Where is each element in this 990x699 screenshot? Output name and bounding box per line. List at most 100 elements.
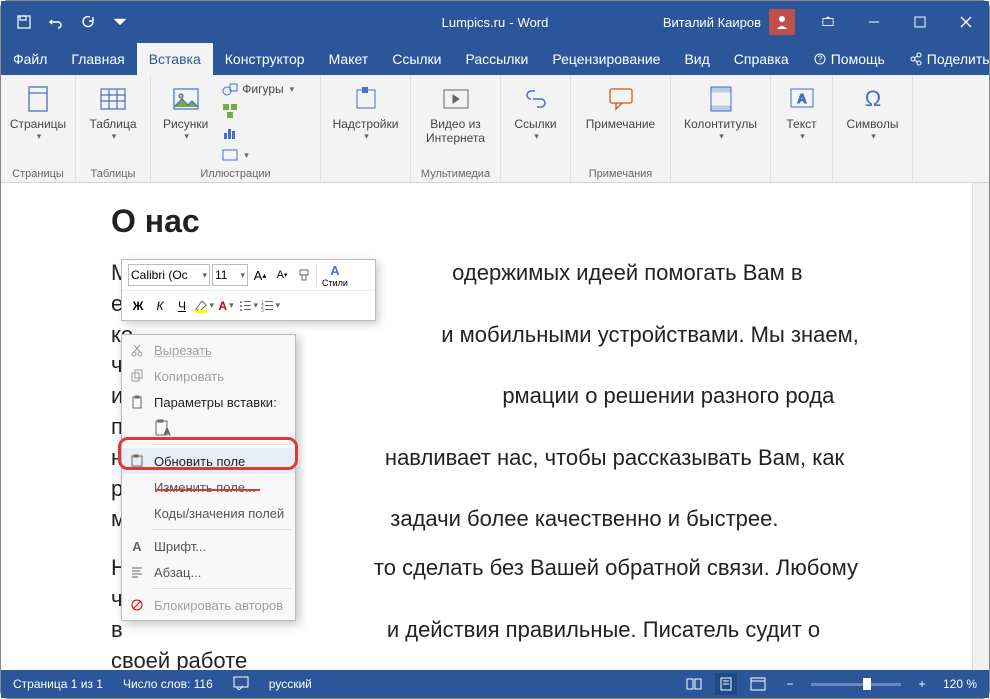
ctx-paste-header: Параметры вставки:	[122, 389, 295, 415]
status-proofing-icon[interactable]	[233, 676, 249, 693]
tab-references[interactable]: Ссылки	[380, 43, 453, 75]
font-color-button[interactable]: A▾	[216, 296, 236, 316]
svg-text:A: A	[797, 91, 807, 106]
tab-home[interactable]: Главная	[59, 43, 136, 75]
paste-icon	[128, 393, 146, 411]
paste-keep-text-icon: A	[154, 419, 172, 437]
ctx-font[interactable]: A Шрифт...	[122, 533, 295, 559]
tab-design[interactable]: Конструктор	[213, 43, 317, 75]
share-button[interactable]: Поделиться	[897, 51, 990, 67]
annotation-underline	[155, 489, 260, 491]
status-page[interactable]: Страница 1 из 1	[13, 677, 103, 691]
group-label: Мультимедиа	[411, 168, 500, 180]
tab-insert[interactable]: Вставка	[137, 43, 213, 75]
tab-mailings[interactable]: Рассылки	[454, 43, 541, 75]
font-size-select[interactable]: 11▾	[212, 264, 248, 286]
account-button[interactable]: Виталий Каиров	[663, 9, 795, 35]
group-label: Примечания	[571, 168, 670, 180]
redo-icon[interactable]	[75, 9, 101, 35]
read-mode-icon[interactable]	[683, 673, 705, 695]
vertical-scrollbar[interactable]	[972, 183, 989, 670]
ctx-copy[interactable]: Копировать	[122, 363, 295, 389]
app-name: Word	[518, 15, 549, 30]
block-icon	[128, 596, 146, 614]
tab-help[interactable]: Справка	[722, 43, 801, 75]
status-language[interactable]: русский	[269, 677, 312, 691]
qa-dropdown-icon[interactable]	[107, 9, 133, 35]
zoom-slider[interactable]	[811, 683, 901, 686]
symbols-button[interactable]: Ω Символы▾	[839, 79, 906, 146]
ribbon: Страницы▾ Страницы Таблица▾ Таблицы Рису…	[1, 75, 989, 183]
comment-button[interactable]: Примечание	[577, 79, 664, 135]
tab-review[interactable]: Рецензирование	[540, 43, 672, 75]
autosave-icon[interactable]	[11, 9, 37, 35]
tell-me-button[interactable]: ?Помощь	[801, 51, 897, 67]
minimize-icon[interactable]	[851, 1, 897, 43]
document-name: Lumpics.ru	[442, 15, 506, 30]
undo-icon[interactable]	[43, 9, 69, 35]
symbol-icon: Ω	[857, 83, 889, 115]
format-painter-button[interactable]	[294, 265, 314, 285]
shapes-button[interactable]: Фигуры▾	[218, 79, 298, 99]
ctx-block-authors[interactable]: Блокировать авторов	[122, 592, 295, 618]
zoom-out-button[interactable]: −	[779, 673, 801, 695]
maximize-icon[interactable]	[897, 1, 943, 43]
links-button[interactable]: Ссылки▾	[507, 79, 564, 146]
paragraph-icon	[128, 563, 146, 581]
context-menu: Вырезать Копировать Параметры вставки: A…	[121, 334, 296, 621]
zoom-level[interactable]: 120 %	[943, 677, 977, 691]
pictures-button[interactable]: Рисунки▾	[157, 79, 214, 182]
ctx-update-field[interactable]: Обновить поле	[122, 448, 295, 474]
zoom-in-button[interactable]: +	[911, 673, 933, 695]
bullets-button[interactable]: ▾	[238, 296, 258, 316]
page-icon	[22, 83, 54, 115]
user-name: Виталий Каиров	[663, 15, 761, 30]
svg-text:Ω: Ω	[864, 86, 880, 111]
highlight-button[interactable]: ▾	[194, 296, 214, 316]
tab-file[interactable]: Файл	[1, 43, 59, 75]
font-family-select[interactable]: Calibri (Ос▾	[128, 264, 210, 286]
smartart-icon	[222, 103, 238, 119]
bold-button[interactable]: Ж	[128, 296, 148, 316]
print-layout-icon[interactable]	[715, 673, 737, 695]
ctx-toggle-codes[interactable]: Коды/значения полей	[122, 500, 295, 526]
textbox-icon: A	[786, 83, 818, 115]
addins-icon	[350, 83, 382, 115]
ctx-edit-field[interactable]: Изменить поле...	[122, 474, 295, 500]
text-button[interactable]: A Текст▾	[777, 79, 826, 146]
styles-button[interactable]: AСтили	[319, 265, 351, 285]
ctx-paragraph[interactable]: Абзац...	[122, 559, 295, 585]
cut-icon	[128, 341, 146, 359]
title-bar: Lumpics.ru - Word Виталий Каиров	[1, 1, 989, 43]
web-layout-icon[interactable]	[747, 673, 769, 695]
table-button[interactable]: Таблица▾	[82, 79, 144, 146]
status-words[interactable]: Число слов: 116	[123, 677, 213, 691]
online-video-button[interactable]: Видео из Интернета	[417, 79, 494, 150]
tab-layout[interactable]: Макет	[317, 43, 381, 75]
addins-button[interactable]: Надстройки▾	[327, 79, 404, 146]
copy-icon	[128, 367, 146, 385]
tab-view[interactable]: Вид	[672, 43, 721, 75]
shrink-font-button[interactable]: A▾	[272, 265, 292, 285]
link-icon	[520, 83, 552, 115]
status-bar: Страница 1 из 1 Число слов: 116 русский …	[1, 670, 989, 698]
ribbon-tabs: Файл Главная Вставка Конструктор Макет С…	[1, 43, 989, 75]
screenshot-button[interactable]: ▾	[218, 145, 298, 165]
headerfooter-button[interactable]: Колонтитулы▾	[677, 79, 764, 146]
mini-toolbar: Calibri (Ос▾ 11▾ A▴ A▾ AСтили Ж К Ч ▾ A▾…	[121, 259, 376, 321]
ribbon-options-icon[interactable]	[805, 1, 851, 43]
pages-button[interactable]: Страницы▾	[7, 79, 69, 146]
ctx-paste-option[interactable]: A	[122, 415, 295, 441]
video-icon	[440, 83, 472, 115]
screenshot-icon	[222, 147, 238, 163]
group-label: Страницы	[1, 168, 75, 180]
numbering-button[interactable]: 123▾	[260, 296, 280, 316]
picture-icon	[170, 83, 202, 115]
ctx-cut[interactable]: Вырезать	[122, 337, 295, 363]
smartart-button[interactable]	[218, 101, 298, 121]
grow-font-button[interactable]: A▴	[250, 265, 270, 285]
underline-button[interactable]: Ч	[172, 296, 192, 316]
chart-button[interactable]	[218, 123, 298, 143]
italic-button[interactable]: К	[150, 296, 170, 316]
close-icon[interactable]	[943, 1, 989, 43]
